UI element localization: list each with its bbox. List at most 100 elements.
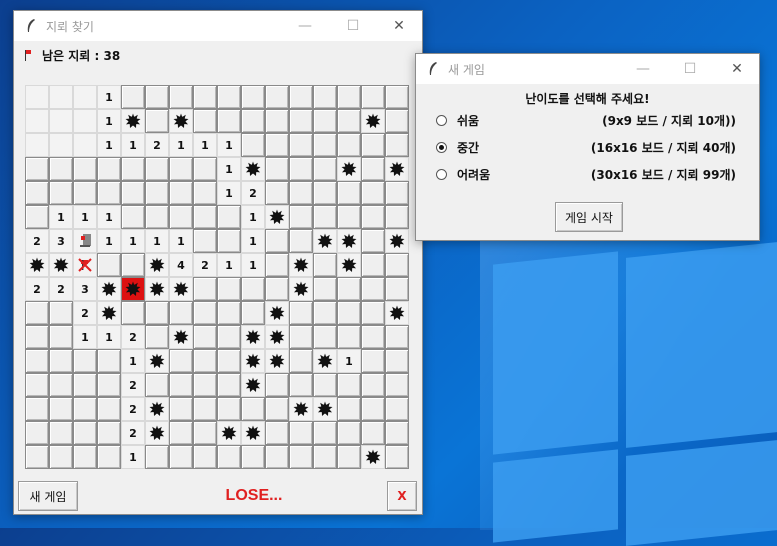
empty-cell[interactable] — [49, 133, 73, 157]
hidden-cell[interactable] — [361, 421, 385, 445]
hidden-cell[interactable] — [337, 421, 361, 445]
number-cell[interactable]: 1 — [169, 229, 193, 253]
hidden-cell[interactable] — [193, 349, 217, 373]
hidden-cell[interactable] — [73, 157, 97, 181]
hidden-cell[interactable] — [385, 277, 409, 301]
hidden-cell[interactable] — [25, 349, 49, 373]
hidden-cell[interactable] — [193, 445, 217, 469]
hidden-cell[interactable] — [145, 205, 169, 229]
mine-cell[interactable] — [121, 109, 145, 133]
hidden-cell[interactable] — [385, 109, 409, 133]
hidden-cell[interactable] — [121, 253, 145, 277]
hidden-cell[interactable] — [121, 181, 145, 205]
hidden-cell[interactable] — [25, 445, 49, 469]
hidden-cell[interactable] — [289, 301, 313, 325]
hidden-cell[interactable] — [49, 397, 73, 421]
mine-cell[interactable] — [97, 277, 121, 301]
empty-cell[interactable] — [25, 85, 49, 109]
hidden-cell[interactable] — [241, 301, 265, 325]
hidden-cell[interactable] — [193, 85, 217, 109]
number-cell[interactable]: 1 — [217, 157, 241, 181]
hidden-cell[interactable] — [25, 421, 49, 445]
hidden-cell[interactable] — [265, 373, 289, 397]
hidden-cell[interactable] — [49, 157, 73, 181]
mine-cell[interactable] — [265, 349, 289, 373]
exploded-mine-cell[interactable] — [121, 277, 145, 301]
difficulty-option-medium[interactable]: 중간 (16x16 보드 / 지뢰 40개) — [436, 139, 756, 157]
hidden-cell[interactable] — [385, 373, 409, 397]
hidden-cell[interactable] — [313, 445, 337, 469]
hidden-cell[interactable] — [313, 109, 337, 133]
number-cell[interactable]: 1 — [97, 85, 121, 109]
hidden-cell[interactable] — [313, 301, 337, 325]
hidden-cell[interactable] — [97, 421, 121, 445]
hidden-cell[interactable] — [385, 445, 409, 469]
number-cell[interactable]: 1 — [193, 133, 217, 157]
hidden-cell[interactable] — [241, 109, 265, 133]
hidden-cell[interactable] — [97, 397, 121, 421]
hidden-cell[interactable] — [169, 445, 193, 469]
hidden-cell[interactable] — [121, 301, 145, 325]
mine-cell[interactable] — [49, 253, 73, 277]
mine-cell[interactable] — [241, 325, 265, 349]
hidden-cell[interactable] — [313, 157, 337, 181]
hidden-cell[interactable] — [361, 85, 385, 109]
hidden-cell[interactable] — [361, 133, 385, 157]
hidden-cell[interactable] — [145, 85, 169, 109]
mine-cell[interactable] — [97, 301, 121, 325]
mine-cell[interactable] — [337, 229, 361, 253]
start-game-button[interactable]: 게임 시작 — [555, 202, 623, 232]
hidden-cell[interactable] — [265, 445, 289, 469]
hidden-cell[interactable] — [193, 109, 217, 133]
number-cell[interactable]: 1 — [121, 133, 145, 157]
hidden-cell[interactable] — [361, 181, 385, 205]
hidden-cell[interactable] — [73, 397, 97, 421]
hidden-cell[interactable] — [361, 349, 385, 373]
hidden-cell[interactable] — [193, 181, 217, 205]
hidden-cell[interactable] — [217, 229, 241, 253]
hidden-cell[interactable] — [385, 421, 409, 445]
hidden-cell[interactable] — [217, 397, 241, 421]
number-cell[interactable]: 2 — [73, 301, 97, 325]
hidden-cell[interactable] — [265, 253, 289, 277]
hidden-cell[interactable] — [169, 301, 193, 325]
hidden-cell[interactable] — [25, 301, 49, 325]
number-cell[interactable]: 2 — [145, 133, 169, 157]
hidden-cell[interactable] — [313, 85, 337, 109]
hidden-cell[interactable] — [385, 349, 409, 373]
hidden-cell[interactable] — [169, 85, 193, 109]
wrong-flag-cell[interactable] — [73, 253, 97, 277]
mine-cell[interactable] — [361, 109, 385, 133]
mine-cell[interactable] — [265, 325, 289, 349]
hidden-cell[interactable] — [169, 397, 193, 421]
number-cell[interactable]: 1 — [217, 133, 241, 157]
hidden-cell[interactable] — [337, 181, 361, 205]
dialog-title-bar[interactable]: 새 게임 — ☐ ✕ — [416, 54, 759, 84]
number-cell[interactable]: 1 — [217, 181, 241, 205]
hidden-cell[interactable] — [73, 349, 97, 373]
hidden-cell[interactable] — [169, 421, 193, 445]
hidden-cell[interactable] — [313, 325, 337, 349]
hidden-cell[interactable] — [385, 205, 409, 229]
hidden-cell[interactable] — [361, 277, 385, 301]
hidden-cell[interactable] — [193, 373, 217, 397]
hidden-cell[interactable] — [313, 277, 337, 301]
hidden-cell[interactable] — [313, 373, 337, 397]
hidden-cell[interactable] — [73, 421, 97, 445]
number-cell[interactable]: 1 — [337, 349, 361, 373]
hidden-cell[interactable] — [265, 397, 289, 421]
hidden-cell[interactable] — [361, 325, 385, 349]
hidden-cell[interactable] — [385, 325, 409, 349]
number-cell[interactable]: 1 — [73, 325, 97, 349]
hidden-cell[interactable] — [25, 373, 49, 397]
hidden-cell[interactable] — [337, 397, 361, 421]
hidden-cell[interactable] — [265, 421, 289, 445]
hidden-cell[interactable] — [313, 181, 337, 205]
hidden-cell[interactable] — [385, 181, 409, 205]
dialog-minimize-button[interactable]: — — [620, 54, 666, 84]
hidden-cell[interactable] — [97, 157, 121, 181]
hidden-cell[interactable] — [169, 373, 193, 397]
number-cell[interactable]: 2 — [241, 181, 265, 205]
number-cell[interactable]: 1 — [241, 205, 265, 229]
mine-cell[interactable] — [241, 157, 265, 181]
